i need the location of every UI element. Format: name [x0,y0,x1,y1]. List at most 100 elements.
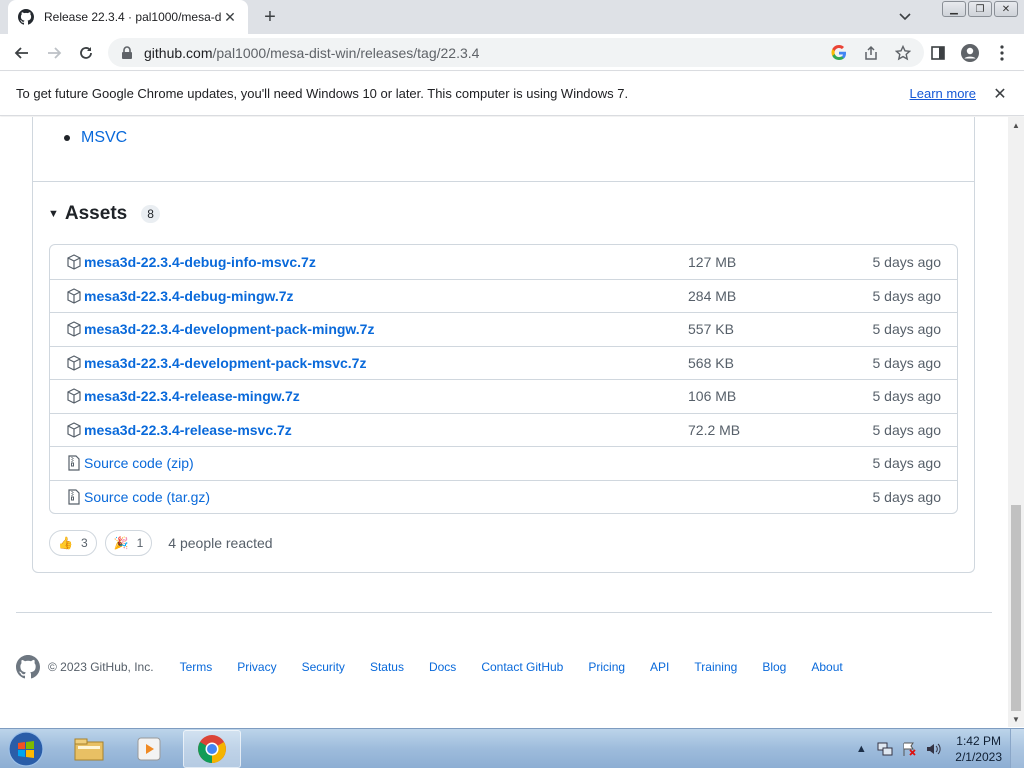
system-tray: ▲ 1:42 PM 2/1/2023 [849,729,1024,768]
menu-icon[interactable] [990,41,1014,65]
asset-size: 127 MB [688,253,737,270]
browser-tab[interactable]: Release 22.3.4 · pal1000/mesa-dist-win ✕ [8,0,248,34]
minimize-button[interactable]: ▁ [942,1,966,17]
window-close-button[interactable]: ✕ [994,1,1018,17]
tab-strip: Release 22.3.4 · pal1000/mesa-dist-win ✕… [0,0,1024,34]
footer-link-docs[interactable]: Docs [429,660,456,674]
thumbs-up-icon: 👍 [58,536,73,550]
reload-icon[interactable] [74,41,98,65]
assets-toggle[interactable]: ▼ Assets 8 [48,203,160,225]
github-logo-icon[interactable] [16,655,40,679]
window-controls: ▁ ❐ ✕ [942,1,1018,17]
footer-link-security[interactable]: Security [302,660,345,674]
package-icon [66,388,82,404]
footer-link-training[interactable]: Training [694,660,737,674]
windows-taskbar: ▲ 1:42 PM 2/1/2023 [0,728,1024,768]
scrollbar-thumb[interactable] [1011,505,1021,711]
back-icon[interactable] [10,41,34,65]
star-icon[interactable] [894,44,912,62]
asset-row: mesa3d-22.3.4-development-pack-mingw.7z … [50,312,957,346]
taskbar-clock[interactable]: 1:42 PM 2/1/2023 [955,733,1002,765]
file-zip-icon [66,489,82,505]
share-icon[interactable] [862,44,880,62]
asset-date: 5 days ago [872,388,942,405]
tab-search-icon[interactable] [896,8,914,26]
update-infobar: To get future Google Chrome updates, you… [0,72,1024,116]
show-desktop-button[interactable] [1010,729,1024,768]
source-zip-link[interactable]: Source code (zip) [84,455,194,471]
assets-count-badge: 8 [141,205,160,223]
scroll-down-icon[interactable]: ▼ [1008,711,1024,727]
footer-link-status[interactable]: Status [370,660,404,674]
asset-link[interactable]: mesa3d-22.3.4-development-pack-mingw.7z [84,321,374,337]
divider [33,181,974,182]
footer-link-api[interactable]: API [650,660,669,674]
learn-more-link[interactable]: Learn more [910,86,976,101]
source-label: Source code [84,488,163,505]
infobar-message: To get future Google Chrome updates, you… [16,86,629,101]
asset-link[interactable]: mesa3d-22.3.4-release-msvc.7z [84,422,292,438]
asset-size: 557 KB [688,321,734,338]
windows-logo-icon [8,731,44,767]
thumbs-up-reaction-button[interactable]: 👍 3 [49,530,97,556]
asset-link[interactable]: mesa3d-22.3.4-debug-info-msvc.7z [84,254,316,270]
new-tab-button[interactable]: + [259,6,281,28]
source-ext: (tar.gz) [166,488,211,505]
network-icon[interactable] [875,739,895,759]
reaction-count: 1 [136,536,144,550]
clock-time: 1:42 PM [956,734,1001,748]
package-icon [66,254,82,270]
package-icon [66,422,82,438]
infobar-close-icon[interactable]: ✕ [992,84,1008,104]
url-path: /pal1000/mesa-dist-win/releases/tag/22.3… [212,44,480,61]
hooray-reaction-button[interactable]: 🎉 1 [104,530,153,556]
asset-date: 5 days ago [872,253,942,270]
action-center-icon[interactable] [899,739,919,759]
footer-link-privacy[interactable]: Privacy [237,660,276,674]
chrome-taskbar-icon[interactable] [183,730,241,768]
asset-link[interactable]: mesa3d-22.3.4-development-pack-msvc.7z [84,355,366,371]
scroll-up-icon[interactable]: ▲ [1008,117,1024,133]
footer-copyright: © 2023 GitHub, Inc. [48,660,154,674]
footer-link-pricing[interactable]: Pricing [588,660,625,674]
page-footer: © 2023 GitHub, Inc. Terms Privacy Securi… [16,655,868,679]
footer-link-contact[interactable]: Contact GitHub [481,660,563,674]
address-bar[interactable]: github.com/pal1000/mesa-dist-win/release… [108,38,924,67]
footer-link-blog[interactable]: Blog [762,660,786,674]
volume-icon[interactable] [923,739,943,759]
asset-link[interactable]: mesa3d-22.3.4-release-mingw.7z [84,388,300,404]
explorer-taskbar-icon[interactable] [60,730,118,768]
reaction-count: 3 [80,536,88,550]
clock-date: 2/1/2023 [955,750,1002,764]
media-player-taskbar-icon[interactable] [120,730,178,768]
lock-icon[interactable] [120,45,134,60]
assets-table: mesa3d-22.3.4-debug-info-msvc.7z 127 MB … [49,244,958,514]
tab-close-icon[interactable]: ✕ [222,9,238,25]
restore-button[interactable]: ❐ [968,1,992,17]
reactions-bar: 👍 3 🎉 1 4 people reacted [49,530,273,556]
url-text[interactable]: github.com/pal1000/mesa-dist-win/release… [144,45,830,61]
asset-size: 72.2 MB [688,421,741,438]
show-hidden-icons-icon[interactable]: ▲ [851,739,871,759]
footer-link-about[interactable]: About [811,660,842,674]
asset-date: 5 days ago [872,287,942,304]
asset-row: Source code (zip) 5 days ago [50,446,957,480]
page-content: MSVC ▼ Assets 8 mesa3d-22.3.4-debug-info… [0,117,1008,727]
browser-toolbar: github.com/pal1000/mesa-dist-win/release… [0,34,1024,71]
footer-link-terms[interactable]: Terms [180,660,213,674]
asset-row: mesa3d-22.3.4-debug-mingw.7z 284 MB 5 da… [50,278,957,313]
msvc-link[interactable]: MSVC [81,129,127,147]
file-zip-icon [66,455,82,471]
google-icon[interactable] [830,44,848,62]
page-scrollbar[interactable]: ▲ ▼ [1008,117,1024,727]
sidepanel-icon[interactable] [926,41,950,65]
profile-icon[interactable] [958,41,982,65]
asset-size: 284 MB [688,287,737,304]
forward-icon[interactable] [42,41,66,65]
asset-date: 5 days ago [872,421,942,438]
source-targz-link[interactable]: Source code (tar.gz) [84,489,210,505]
asset-link[interactable]: mesa3d-22.3.4-debug-mingw.7z [84,288,294,304]
source-label: Source code [84,455,163,472]
asset-date: 5 days ago [872,488,942,505]
start-button[interactable] [6,730,46,768]
